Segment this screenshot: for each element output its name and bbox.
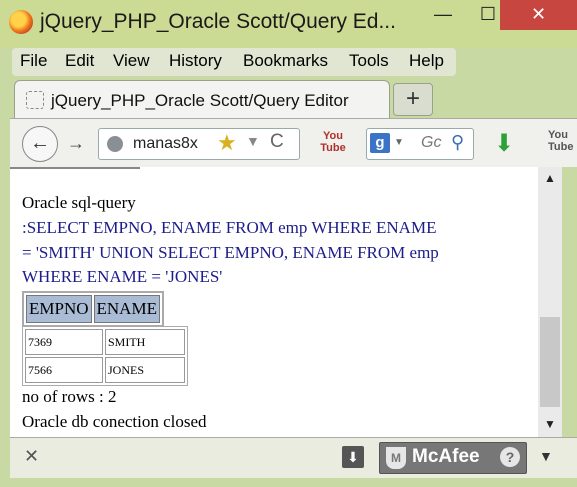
download-icon[interactable]: ⬇ [494,129,514,158]
reload-button[interactable]: C [270,131,284,153]
table-cell: JONES [105,357,185,383]
menu-tools[interactable]: Tools [349,51,389,71]
minimize-button[interactable]: — [421,0,465,30]
search-input[interactable]: Gc [421,134,441,152]
menu-edit[interactable]: Edit [65,51,94,71]
scroll-down-icon[interactable]: ▼ [538,417,562,431]
page-content: Oracle sql-query :SELECT EMPNO, ENAME FR… [10,167,538,437]
table-row: 7369 SMITH [25,329,185,355]
url-text[interactable]: manas8x [133,135,198,153]
row-count: no of rows : 2 [22,387,117,406]
title-bar: jQuery_PHP_Oracle Scott/Query Ed... — ☐ … [0,0,577,48]
youtube-icon[interactable]: You Tube [316,130,350,156]
menu-file[interactable]: File [20,51,47,71]
query-line: = 'SMITH' UNION SELECT EMPNO, ENAME FROM… [22,243,439,262]
search-box[interactable]: g ▼ Gc ⚲ [366,128,474,160]
mcafee-label: McAfee [412,446,480,467]
table-cell: 7369 [25,329,103,355]
tab-strip: jQuery_PHP_Oracle Scott/Query Editor + [0,76,577,119]
tab-active[interactable]: jQuery_PHP_Oracle Scott/Query Editor [14,80,390,119]
addon-bar: ✕ ⬇ M McAfee ? ▼ [10,437,577,478]
result-header-table: EMPNO ENAME [22,291,164,327]
globe-icon [107,136,123,152]
navigation-toolbar: ← → manas8x ★ ▼ C You Tube g ▼ Gc ⚲ ⬇ Yo… [10,118,577,167]
url-dropdown-icon[interactable]: ▼ [246,133,260,149]
tab-title: jQuery_PHP_Oracle Scott/Query Editor [51,91,349,110]
scroll-thumb[interactable] [540,317,560,407]
menu-history[interactable]: History [169,51,222,71]
menu-help[interactable]: Help [409,51,444,71]
new-tab-button[interactable]: + [393,83,433,116]
menu-bookmarks[interactable]: Bookmarks [243,51,328,71]
page-icon [26,91,44,109]
close-window-button[interactable]: ✕ [500,0,577,30]
search-engine-dropdown-icon[interactable]: ▼ [394,137,404,148]
table-cell: 7566 [25,357,103,383]
window-title: jQuery_PHP_Oracle Scott/Query Ed... [40,10,396,33]
result-table: 7369 SMITH 7566 JONES [22,326,188,386]
addon-dropdown-icon[interactable]: ▼ [539,448,553,464]
back-button[interactable]: ← [22,126,58,162]
addon-download-icon[interactable]: ⬇ [342,446,364,468]
table-row: 7566 JONES [25,357,185,383]
menu-view[interactable]: View [113,51,150,71]
addon-bar-close-icon[interactable]: ✕ [24,446,39,467]
column-header-empno: EMPNO [26,295,92,323]
bookmark-star-icon[interactable]: ★ [217,130,237,156]
mcafee-button[interactable]: M McAfee ? [379,442,527,474]
query-line: :SELECT EMPNO, ENAME FROM emp WHERE ENAM… [22,218,437,237]
help-icon[interactable]: ? [500,447,520,467]
mcafee-shield-icon: M [386,447,406,469]
query-line: WHERE ENAME = 'JONES' [22,267,223,286]
google-icon[interactable]: g [370,133,390,153]
table-cell: SMITH [105,329,185,355]
column-header-ename: ENAME [93,295,160,323]
divider [10,167,140,169]
query-heading: Oracle sql-query [22,193,136,212]
youtube-icon-2[interactable]: You Tube [548,129,577,153]
url-bar[interactable]: manas8x ★ ▼ C [98,128,300,160]
forward-button[interactable]: → [66,129,86,157]
menu-bar: File Edit View History Bookmarks Tools H… [12,48,456,76]
vertical-scrollbar[interactable]: ▲ ▼ [538,167,562,437]
scroll-up-icon[interactable]: ▲ [538,171,562,185]
search-icon[interactable]: ⚲ [451,132,464,153]
connection-closed-message: Oracle db conection closed [22,412,207,431]
firefox-icon [9,10,33,34]
